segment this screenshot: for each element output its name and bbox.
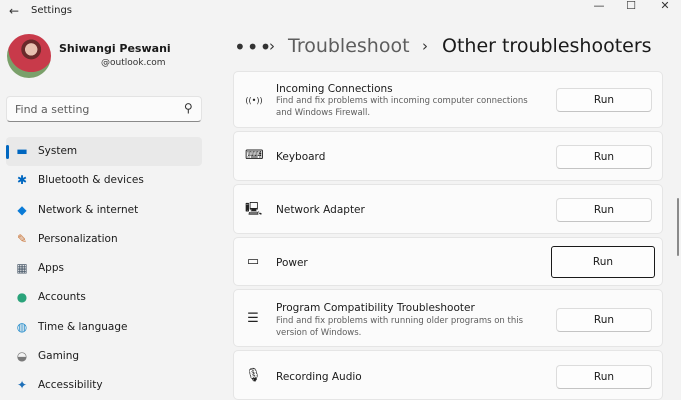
troubleshooter-title: Incoming Connections	[276, 83, 393, 95]
scrollbar[interactable]	[677, 198, 679, 256]
sidebar-item-accessibility[interactable]: ✦ Accessibility	[6, 371, 202, 400]
troubleshooter-description: Find and fix problems with incoming comp…	[276, 96, 528, 118]
antenna-icon: ((•))	[245, 96, 263, 105]
troubleshooter-title: Keyboard	[276, 151, 326, 163]
sidebar-item-label: Time & language	[38, 320, 128, 333]
troubleshooter-title: Network Adapter	[276, 204, 365, 216]
troubleshooter-card: ⌨ Keyboard Run	[233, 131, 663, 181]
chevron-right-icon: ›	[422, 37, 428, 55]
run-button[interactable]: Run	[556, 145, 652, 169]
sidebar-item-label: Apps	[38, 262, 64, 275]
list-icon: ☰	[247, 311, 259, 326]
app-title: Settings	[31, 5, 73, 16]
sidebar-item-personalization[interactable]: ✎ Personalization	[6, 225, 202, 254]
person-icon: ●	[16, 290, 28, 305]
sidebar-item-network-internet[interactable]: ◆ Network & internet	[6, 196, 202, 225]
microphone-icon: 🎙	[245, 368, 262, 383]
troubleshooter-card: 🎙 Recording Audio Run	[233, 350, 663, 400]
sidebar-item-accounts[interactable]: ● Accounts	[6, 283, 202, 312]
sidebar-item-gaming[interactable]: ◒ Gaming	[6, 342, 202, 371]
troubleshooter-title: Recording Audio	[276, 371, 362, 383]
troubleshooter-title: Program Compatibility Troubleshooter	[276, 302, 475, 314]
troubleshooter-card: ☰ Program Compatibility Troubleshooter Fin…	[233, 289, 663, 347]
run-button[interactable]: Run	[556, 308, 652, 332]
breadcrumb-troubleshoot[interactable]: Troubleshoot	[288, 35, 410, 57]
sidebar-item-label: System	[38, 145, 78, 157]
sidebar-item-label: Personalization	[38, 232, 118, 245]
sidebar-item-label: Accounts	[38, 291, 86, 304]
sidebar-item-bluetooth-devices[interactable]: ✱ Bluetooth & devices	[6, 166, 202, 195]
chevron-right-icon: ›	[269, 37, 275, 55]
search-placeholder: Find a setting	[15, 103, 90, 116]
page-title: Other troubleshooters	[442, 35, 652, 57]
sidebar-item-apps[interactable]: ▦ Apps	[6, 254, 202, 283]
close-button[interactable]: ✕	[650, 0, 680, 16]
sidebar-item-label: Network & internet	[38, 203, 139, 216]
sidebar-item-system[interactable]: ▬ System	[6, 137, 202, 167]
minimize-button[interactable]: —	[584, 0, 614, 16]
user-name: Shiwangi Peswani	[59, 42, 171, 55]
network-adapter-icon: 🖳	[245, 202, 263, 217]
troubleshooter-title: Power	[276, 257, 308, 269]
troubleshooter-description: Find and fix problems with running older…	[276, 316, 524, 338]
brush-icon: ✎	[16, 231, 28, 246]
title-bar: ← Settings — ☐ ✕	[0, 0, 681, 24]
sidebar-item-time-language[interactable]: ◍ Time & language	[6, 313, 202, 342]
run-button[interactable]: Run	[556, 198, 652, 222]
controller-icon: ◒	[16, 349, 28, 364]
sidebar-item-label: Gaming	[38, 350, 80, 363]
display-icon: ▬	[16, 144, 28, 158]
troubleshooter-card: ((•)) Incoming Connections Find and fix pr…	[233, 71, 663, 128]
accessibility-icon: ✦	[16, 378, 28, 393]
bluetooth-icon: ✱	[16, 173, 28, 188]
selected-indicator	[6, 145, 9, 159]
globe-icon: ◍	[16, 319, 28, 334]
sidebar-item-label: Accessibility	[38, 379, 103, 392]
apps-icon: ▦	[16, 261, 28, 276]
troubleshooter-card: ▭ Power Run	[233, 237, 663, 286]
avatar[interactable]	[7, 34, 51, 78]
user-email: @outlook.com	[101, 58, 166, 68]
run-button[interactable]: Run	[551, 246, 655, 278]
battery-icon: ▭	[246, 254, 260, 269]
run-button[interactable]: Run	[556, 88, 652, 112]
back-arrow-icon[interactable]: ←	[9, 4, 19, 18]
maximize-button[interactable]: ☐	[616, 0, 646, 16]
breadcrumb-overflow-button[interactable]: •••	[234, 35, 272, 59]
wifi-icon: ◆	[17, 202, 27, 217]
run-button[interactable]: Run	[556, 365, 652, 389]
sidebar-item-label: Bluetooth & devices	[38, 174, 144, 187]
search-icon[interactable]: ⚲	[184, 101, 193, 115]
search-input[interactable]: Find a setting ⚲	[6, 96, 202, 122]
keyboard-icon: ⌨	[245, 148, 264, 163]
troubleshooter-card: 🖳 Network Adapter Run	[233, 184, 663, 234]
sidebar-nav: ▬ System ✱ Bluetooth & devices ◆ Network & in…	[6, 137, 202, 400]
